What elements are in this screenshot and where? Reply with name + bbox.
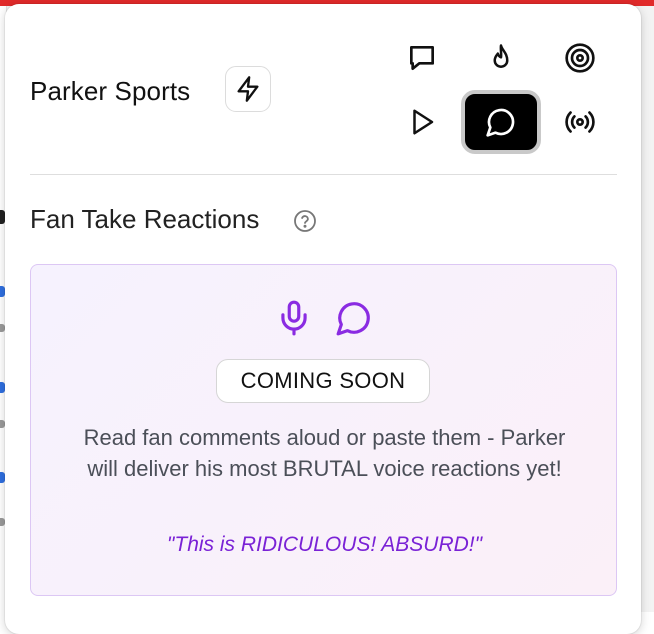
chat-mode-button[interactable] — [384, 28, 460, 88]
help-circle-icon[interactable] — [293, 209, 317, 233]
sample-quote: "This is RIDICULOUS! ABSURD!" — [166, 533, 483, 556]
brand-title: Parker Sports — [30, 76, 191, 106]
lightning-bolt-button[interactable] — [225, 66, 271, 112]
fan-reactions-mode-button[interactable] — [461, 90, 541, 154]
broadcast-icon — [564, 106, 596, 138]
target-icon — [564, 42, 596, 74]
popup-header: Parker Sports — [5, 4, 641, 174]
coming-soon-card: COMING SOON Read fan comments aloud or p… — [30, 264, 617, 596]
header-divider — [30, 174, 617, 175]
play-mode-button[interactable] — [384, 92, 460, 152]
coming-soon-badge: COMING SOON — [216, 359, 430, 403]
hot-take-mode-button[interactable] — [463, 28, 539, 88]
flame-icon — [486, 43, 516, 73]
chat-round-icon — [335, 299, 373, 339]
feature-description: Read fan comments aloud or paste them - … — [83, 425, 566, 481]
section-title: Fan Take Reactions — [30, 204, 260, 234]
card-icon-row — [31, 299, 616, 339]
lightning-bolt-icon — [234, 75, 262, 103]
chat-square-icon — [406, 42, 438, 74]
chat-round-icon — [485, 106, 517, 138]
extension-popup: Parker Sports Fan Take Reactions COMING … — [5, 4, 641, 634]
target-mode-button[interactable] — [542, 28, 618, 88]
microphone-icon — [275, 299, 313, 339]
broadcast-mode-button[interactable] — [542, 92, 618, 152]
play-icon — [407, 107, 437, 137]
